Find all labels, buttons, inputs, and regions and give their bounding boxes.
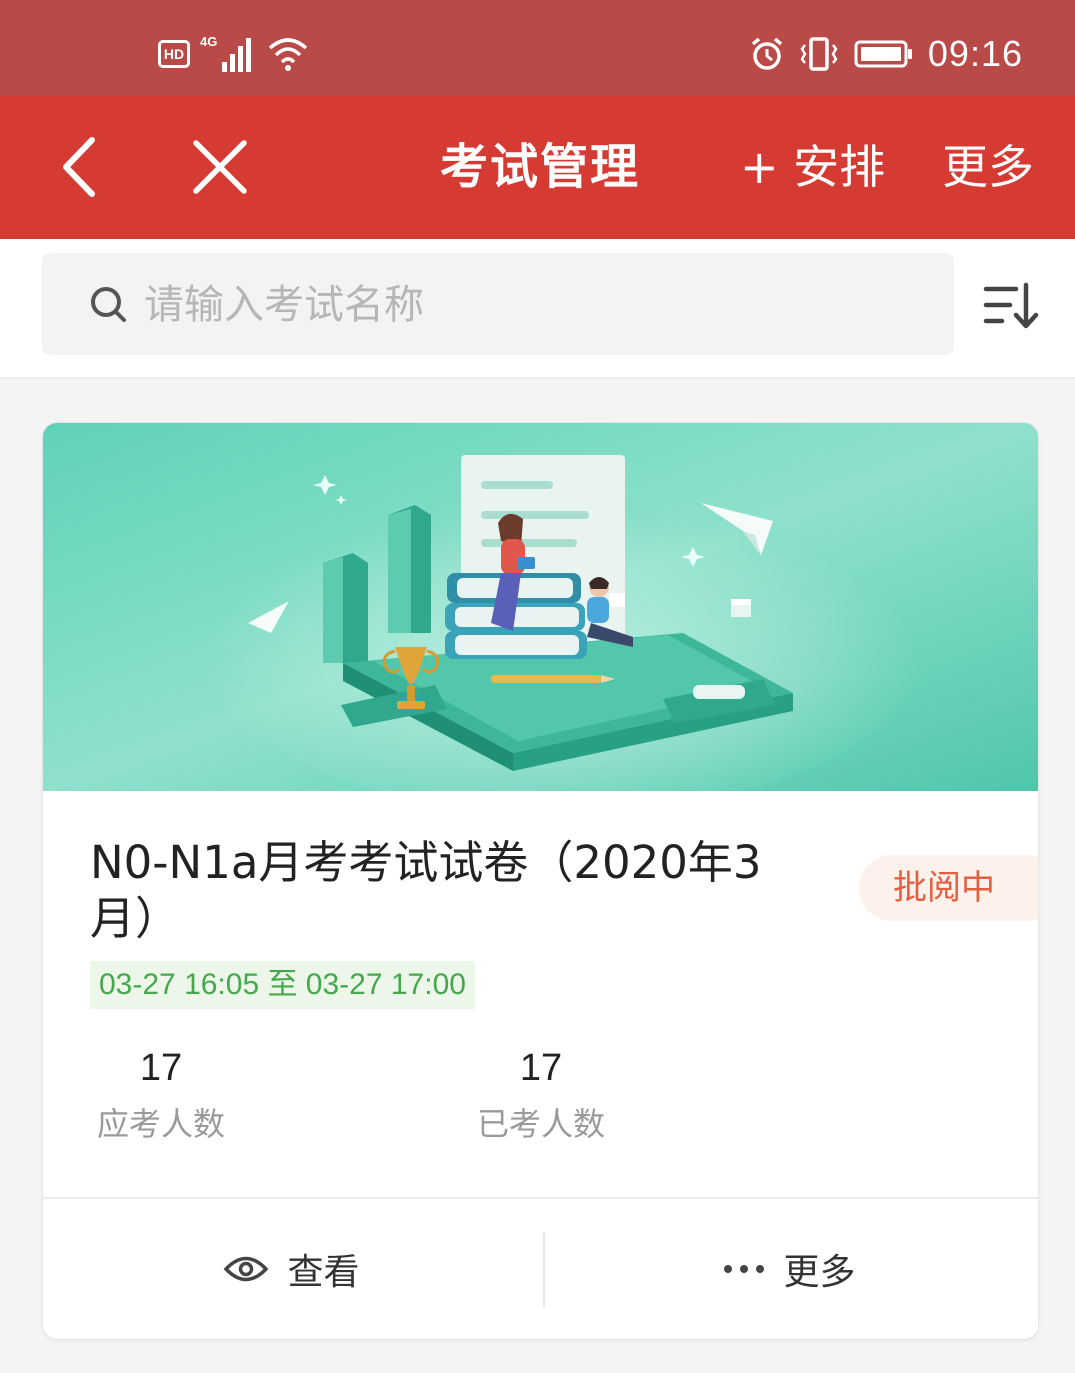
- exam-title: N0-N1a月考考试试卷（2020年3月）: [90, 836, 762, 945]
- alarm-icon: [751, 37, 783, 70]
- search-icon: [91, 287, 126, 322]
- view-button[interactable]: 查看: [43, 1199, 540, 1339]
- search-input[interactable]: [142, 271, 926, 339]
- arrange-button[interactable]: + 安排: [740, 136, 885, 198]
- status-badge: 批阅中: [859, 855, 1038, 921]
- eye-icon: [224, 1256, 269, 1282]
- card-actions: 查看 更多: [43, 1197, 1038, 1339]
- signal-icon: 4G: [200, 34, 251, 72]
- search-box[interactable]: [42, 253, 954, 355]
- status-bar-right: 09:16: [750, 30, 1023, 78]
- exam-time-range: 03-27 16:05 至 03-27 17:00: [90, 961, 475, 1009]
- status-bar-left: HD 4G: [158, 34, 308, 74]
- expected-count-label: 应考人数: [96, 1105, 225, 1143]
- exam-card[interactable]: N0-N1a月考考试试卷（2020年3月） 批阅中 03-27 16:05 至 …: [43, 423, 1038, 1339]
- status-time: 09:16: [927, 33, 1023, 74]
- taken-count-label: 已考人数: [476, 1105, 605, 1143]
- app-bar: 考试管理 + 安排 更多: [0, 96, 1075, 239]
- taken-count-stat: 17 已考人数: [451, 1043, 631, 1151]
- close-icon: [193, 140, 247, 194]
- back-button[interactable]: [48, 134, 108, 200]
- sort-icon[interactable]: [982, 281, 1040, 331]
- exam-banner-illustration: [43, 423, 1038, 791]
- hd-icon: HD: [158, 40, 190, 68]
- battery-icon: [854, 40, 912, 68]
- svg-text:4G: 4G: [200, 34, 217, 49]
- ellipsis-icon: [724, 1265, 765, 1273]
- more-actions-label: 更多: [783, 1252, 856, 1293]
- expected-count-stat: 17 应考人数: [71, 1043, 251, 1151]
- more-actions-button[interactable]: 更多: [541, 1199, 1038, 1339]
- close-button[interactable]: [186, 134, 254, 200]
- vibrate-icon: [800, 37, 838, 71]
- status-bar: HD 4G 09:16: [0, 0, 1075, 96]
- back-arrow-icon: [63, 137, 95, 197]
- taken-count-value: 17: [519, 1047, 563, 1089]
- view-button-label: 查看: [287, 1252, 360, 1293]
- more-menu-button[interactable]: 更多: [942, 136, 1034, 198]
- wifi-icon: [268, 38, 308, 71]
- page-title: 考试管理: [439, 139, 640, 195]
- expected-count-value: 17: [139, 1047, 183, 1089]
- search-section: [0, 239, 1075, 379]
